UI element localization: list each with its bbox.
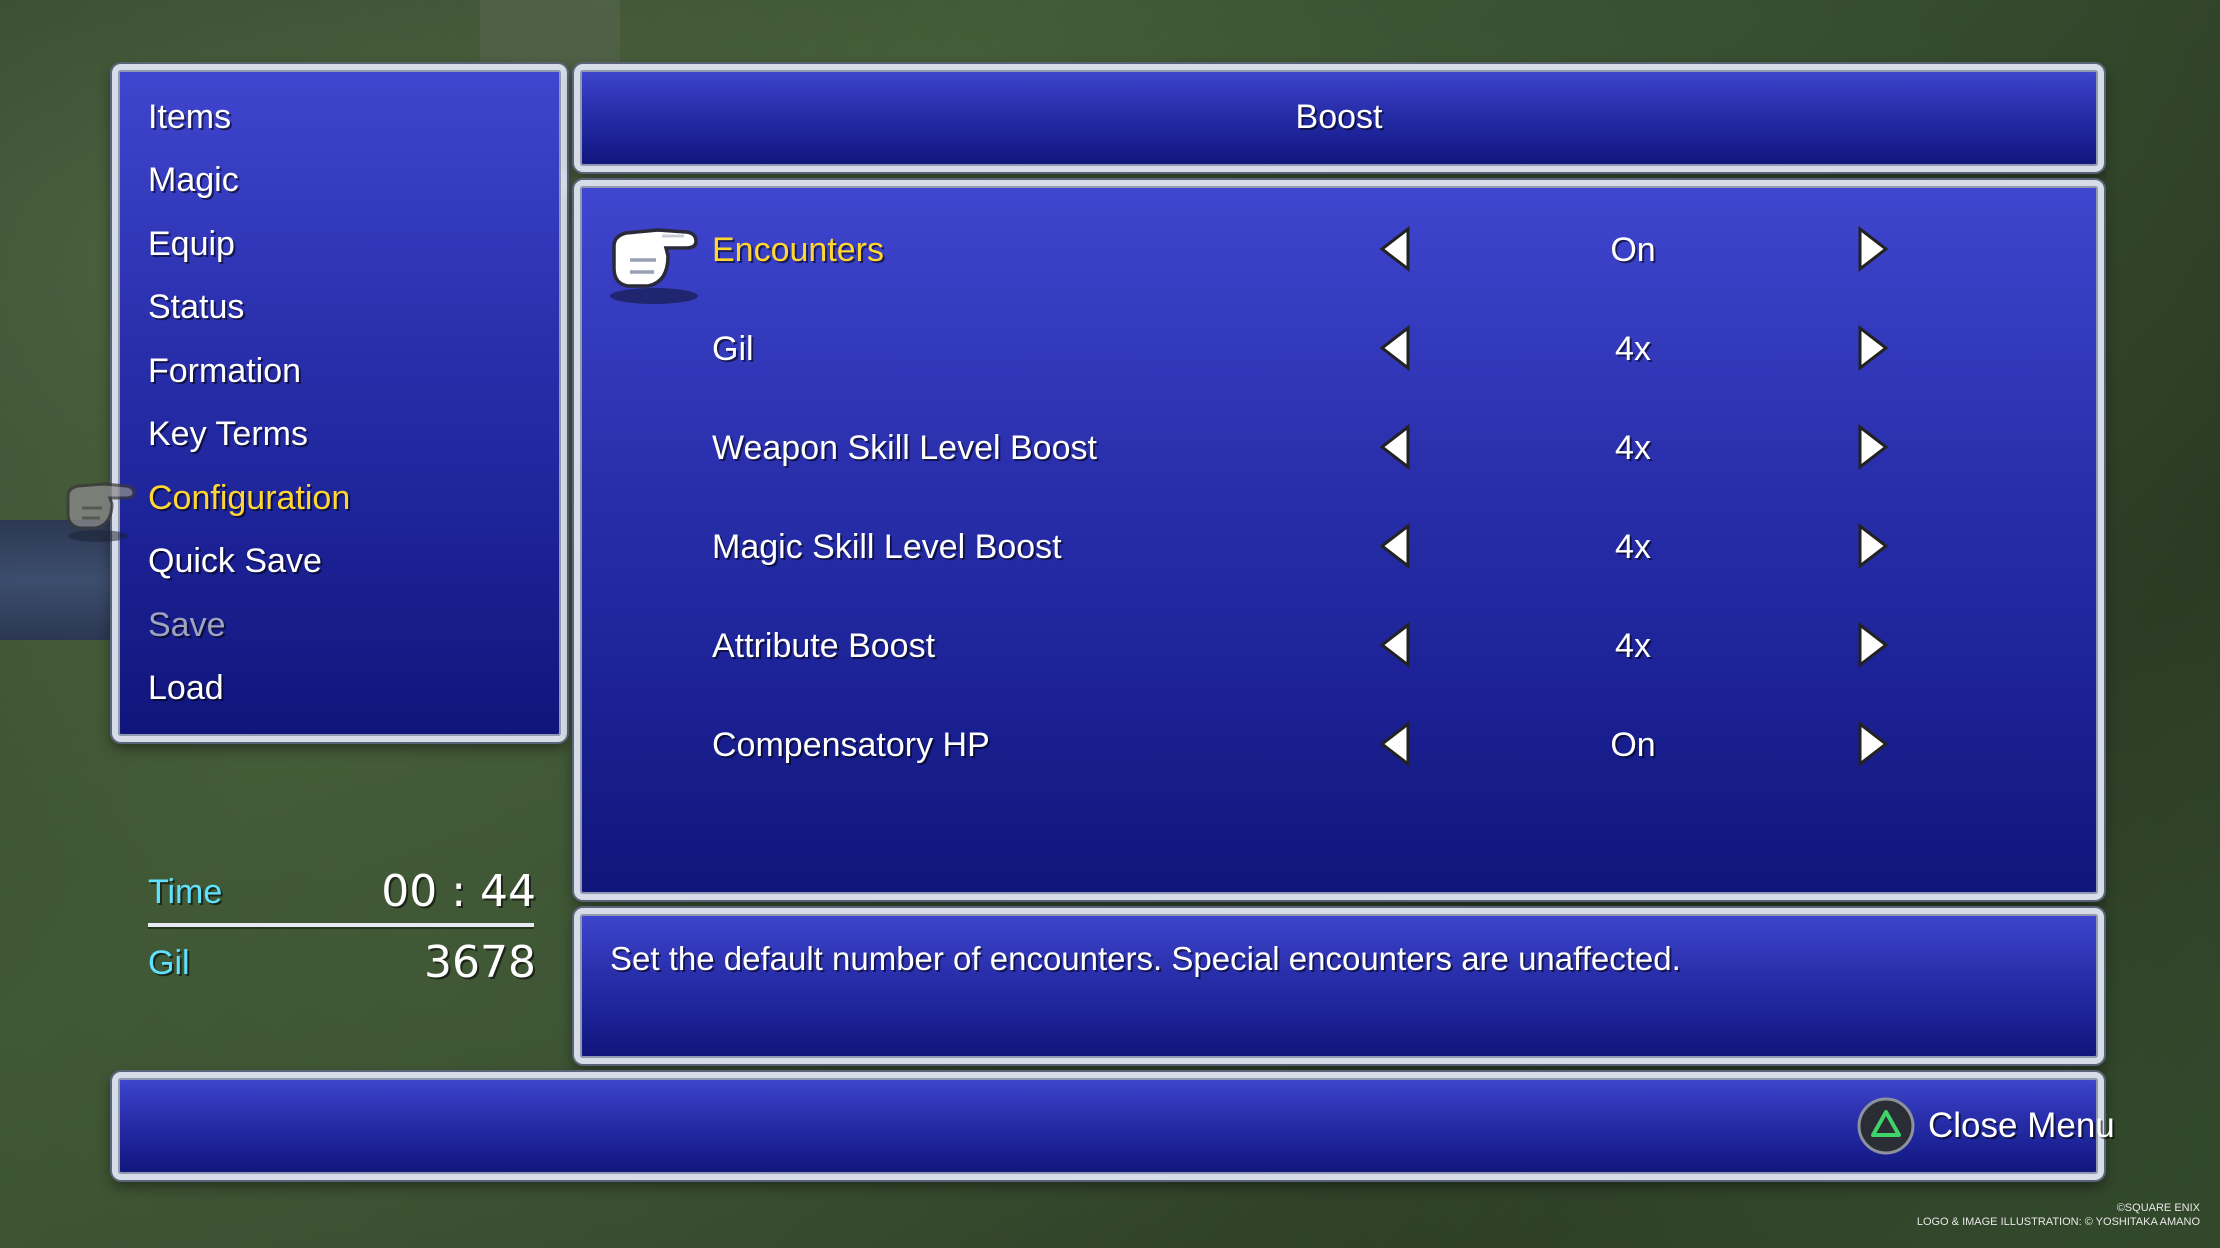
menu-item-configuration[interactable]: Configuration xyxy=(148,479,350,518)
arrow-right-icon[interactable] xyxy=(1854,622,1890,668)
option-label-encounters[interactable]: Encounters xyxy=(712,231,884,270)
option-label-weapon-skill-boost[interactable]: Weapon Skill Level Boost xyxy=(712,429,1097,468)
menu-item-key-terms[interactable]: Key Terms xyxy=(148,415,308,454)
hand-cursor-icon xyxy=(610,228,698,304)
option-value-attribute-boost: 4x xyxy=(1615,627,1651,665)
close-menu-label: Close Menu xyxy=(1928,1106,2115,1145)
description-panel xyxy=(574,908,2104,1064)
triangle-button-icon xyxy=(1857,1097,1915,1155)
time-label: Time xyxy=(148,873,223,911)
option-value-magic-skill-boost: 4x xyxy=(1615,528,1651,566)
option-description: Set the default number of encounters. Sp… xyxy=(610,940,1681,977)
menu-item-status[interactable]: Status xyxy=(148,288,244,327)
menu-item-save[interactable]: Save xyxy=(148,606,226,645)
time-value: 00 : 44 xyxy=(381,866,536,917)
stats-divider xyxy=(148,923,534,927)
option-value-weapon-skill-boost: 4x xyxy=(1615,429,1651,467)
menu-item-load[interactable]: Load xyxy=(148,669,224,708)
arrow-left-icon[interactable] xyxy=(1378,523,1414,569)
config-title: Boost xyxy=(1295,98,1383,136)
arrow-right-icon[interactable] xyxy=(1854,721,1890,767)
gil-label: Gil xyxy=(148,944,190,982)
option-value-compensatory-hp: On xyxy=(1610,726,1656,764)
option-value-gil: 4x xyxy=(1615,330,1651,368)
option-value-encounters: On xyxy=(1610,231,1656,269)
option-label-attribute-boost[interactable]: Attribute Boost xyxy=(712,627,935,666)
copyright-line-2: LOGO & IMAGE ILLUSTRATION: © YOSHITAKA A… xyxy=(1916,1216,2200,1228)
menu-item-formation[interactable]: Formation xyxy=(148,352,301,391)
option-label-magic-skill-boost[interactable]: Magic Skill Level Boost xyxy=(712,528,1062,567)
footer-panel xyxy=(112,1072,2104,1180)
menu-item-magic[interactable]: Magic xyxy=(148,161,239,200)
arrow-left-icon[interactable] xyxy=(1378,721,1414,767)
menu-item-equip[interactable]: Equip xyxy=(148,225,235,264)
copyright-line-1: ©SQUARE ENIX xyxy=(2116,1202,2200,1214)
menu-item-quick-save[interactable]: Quick Save xyxy=(148,542,322,581)
option-label-gil[interactable]: Gil xyxy=(712,330,754,369)
arrow-right-icon[interactable] xyxy=(1854,424,1890,470)
arrow-right-icon[interactable] xyxy=(1854,523,1890,569)
option-label-compensatory-hp[interactable]: Compensatory HP xyxy=(712,726,990,765)
arrow-left-icon[interactable] xyxy=(1378,325,1414,371)
inactive-hand-cursor-icon xyxy=(66,482,136,542)
arrow-left-icon[interactable] xyxy=(1378,226,1414,272)
arrow-left-icon[interactable] xyxy=(1378,424,1414,470)
arrow-left-icon[interactable] xyxy=(1378,622,1414,668)
arrow-right-icon[interactable] xyxy=(1854,325,1890,371)
arrow-right-icon[interactable] xyxy=(1854,226,1890,272)
gil-value: 3678 xyxy=(424,937,536,988)
menu-item-items[interactable]: Items xyxy=(148,98,231,137)
close-menu-button[interactable]: Close Menu xyxy=(1856,1094,2115,1158)
